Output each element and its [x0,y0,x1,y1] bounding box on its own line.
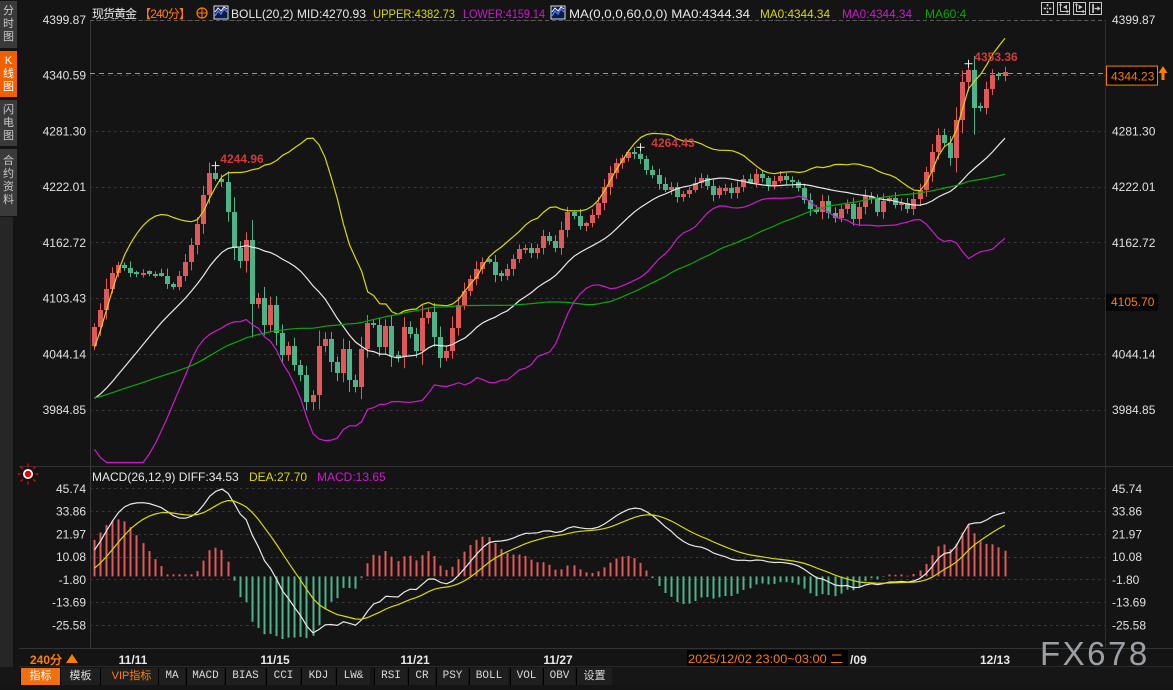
svg-text:【240分】: 【240分】 [139,7,191,21]
svg-text:4399.87: 4399.87 [1112,13,1156,27]
svg-text:240分: 240分 [30,652,62,667]
svg-text:11/15: 11/15 [260,653,290,667]
svg-text:/09: /09 [850,653,867,667]
svg-text:12/13: 12/13 [980,653,1010,667]
svg-text:11/11: 11/11 [119,653,148,667]
svg-text:4044.14: 4044.14 [1112,347,1156,361]
svg-text:BOLL(20,2) MID:4270.93: BOLL(20,2) MID:4270.93 [231,7,366,21]
svg-text:MA(0,0,0,60,0,0) MA0:4344.34: MA(0,0,0,60,0,0) MA0:4344.34 [569,7,750,21]
svg-text:UPPER:4382.73: UPPER:4382.73 [373,7,455,21]
svg-text:3984.85: 3984.85 [1112,403,1156,417]
svg-text:33.86: 33.86 [56,505,86,519]
svg-text:45.74: 45.74 [1112,482,1142,496]
svg-text:MACD(26,12,9) DIFF:34.53: MACD(26,12,9) DIFF:34.53 [92,470,239,484]
svg-text:10.08: 10.08 [56,550,86,564]
svg-text:4399.87: 4399.87 [43,13,87,27]
svg-text:10.08: 10.08 [1112,550,1142,564]
svg-text:-13.69: -13.69 [52,596,86,610]
svg-text:2025/12/02 23:00~03:00 二: 2025/12/02 23:00~03:00 二 [688,652,843,666]
svg-text:4222.01: 4222.01 [43,180,87,194]
svg-text:4222.01: 4222.01 [1112,180,1156,194]
svg-text:FX678: FX678 [1040,635,1150,672]
svg-text:MA0:4344.34: MA0:4344.34 [760,7,830,21]
svg-text:4264.43: 4264.43 [651,136,695,150]
svg-text:-25.58: -25.58 [1112,618,1146,632]
svg-text:-1.80: -1.80 [1112,573,1140,587]
svg-text:现货黄金: 现货黄金 [92,6,137,21]
svg-text:45.74: 45.74 [56,482,86,496]
svg-text:MA60:4: MA60:4 [925,7,967,21]
svg-text:11/21: 11/21 [400,653,430,667]
svg-text:21.97: 21.97 [56,527,86,541]
svg-text:33.86: 33.86 [1112,505,1142,519]
svg-text:4044.14: 4044.14 [43,347,87,361]
svg-text:DEA:27.70: DEA:27.70 [249,470,307,484]
svg-text:4281.30: 4281.30 [1112,124,1156,138]
svg-text:3984.85: 3984.85 [43,403,87,417]
svg-text:4244.96: 4244.96 [220,152,264,166]
svg-text:4162.72: 4162.72 [43,236,87,250]
svg-text:11/27: 11/27 [543,653,573,667]
svg-text:LOWER:4159.14: LOWER:4159.14 [463,7,545,21]
svg-text:MA0:4344.34: MA0:4344.34 [842,7,912,21]
svg-text:4162.72: 4162.72 [1112,236,1156,250]
svg-text:-13.69: -13.69 [1112,596,1146,610]
svg-text:21.97: 21.97 [1112,527,1142,541]
svg-text:4340.59: 4340.59 [43,69,87,83]
svg-text:4105.70: 4105.70 [1111,295,1155,309]
svg-text:-25.58: -25.58 [52,618,86,632]
svg-text:4353.36: 4353.36 [974,50,1018,64]
svg-text:4103.43: 4103.43 [43,292,87,306]
svg-text:MACD:13.65: MACD:13.65 [317,470,386,484]
svg-text:4344.23: 4344.23 [1111,69,1155,83]
svg-text:-1.80: -1.80 [59,573,87,587]
svg-text:4281.30: 4281.30 [43,124,87,138]
